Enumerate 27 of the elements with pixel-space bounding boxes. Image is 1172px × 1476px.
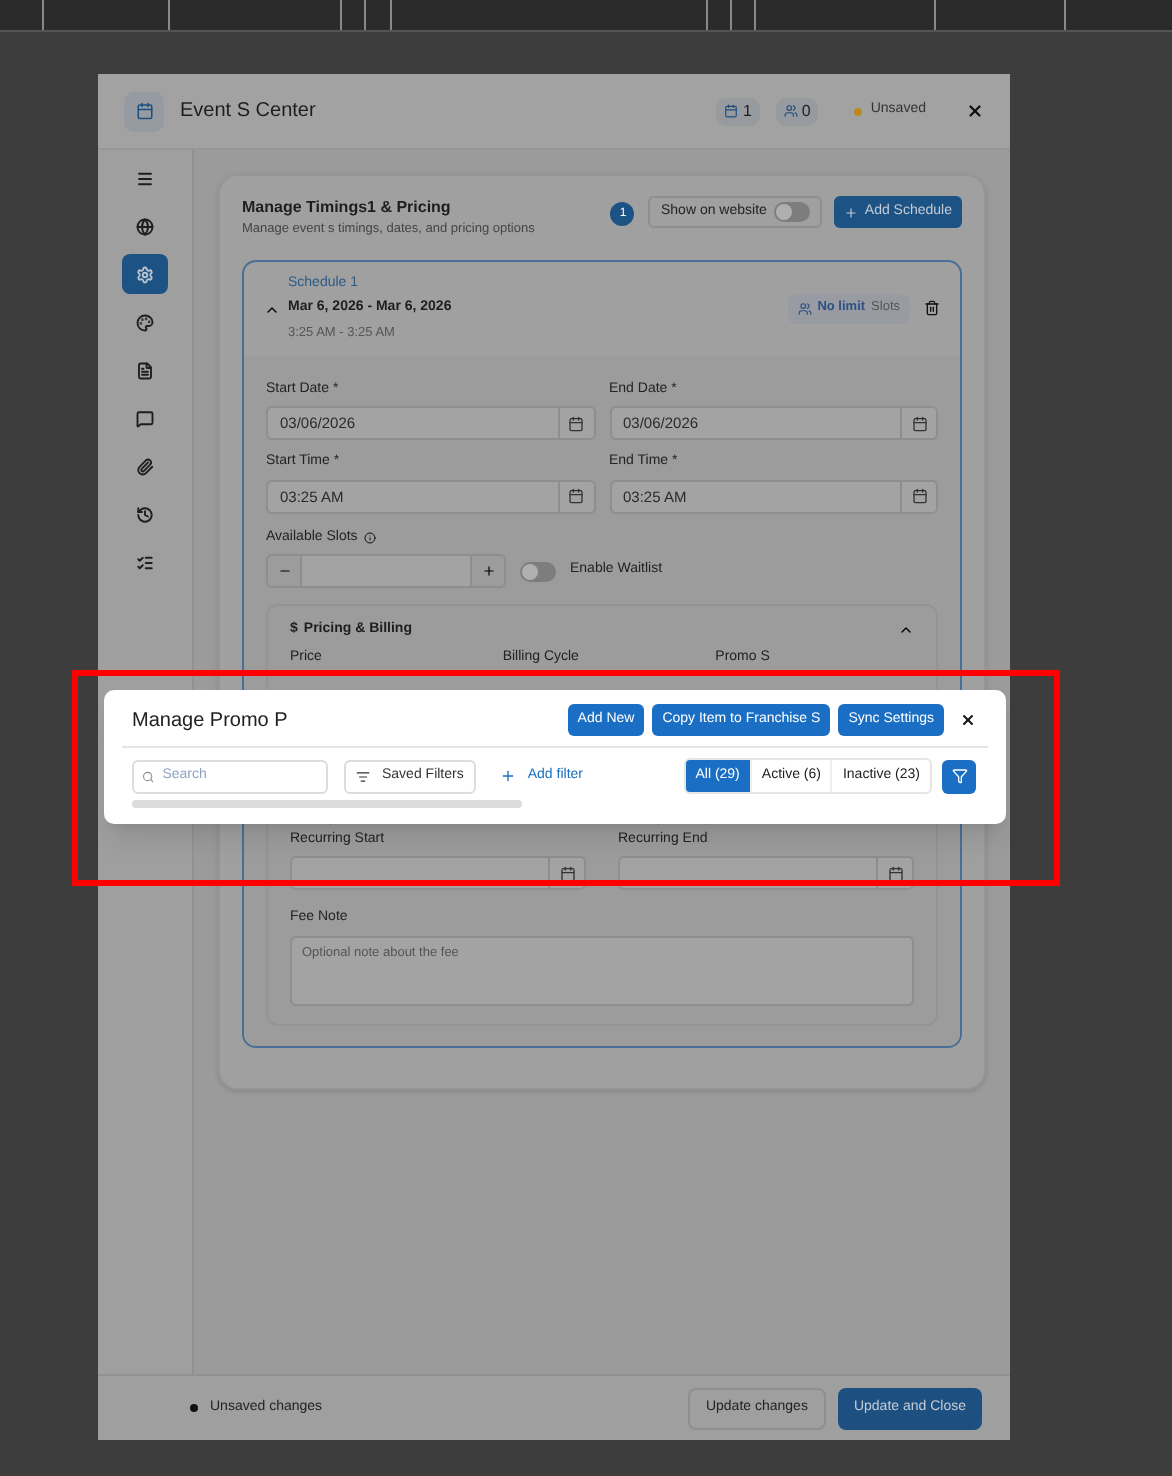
calendar-icon <box>559 865 575 881</box>
plus-icon[interactable] <box>481 564 495 578</box>
close-icon[interactable] <box>960 712 976 728</box>
trash-icon[interactable] <box>924 300 940 317</box>
filter-lines-icon <box>356 769 370 783</box>
close-icon[interactable] <box>966 102 984 120</box>
count-badge: 1 <box>716 97 760 125</box>
calendar-icon <box>911 415 927 431</box>
section-title: Manage Timings1 & Pricing <box>242 196 453 220</box>
plus-icon <box>844 205 859 219</box>
calendar-icon <box>124 91 164 131</box>
search-icon <box>142 769 155 783</box>
plus-icon <box>499 768 516 784</box>
window-title: Event S Center <box>180 98 318 126</box>
toggle-switch[interactable] <box>774 202 811 222</box>
calendar-icon <box>568 415 584 431</box>
calendar-icon <box>911 488 927 504</box>
calendar-icon <box>568 488 584 504</box>
popup-title: Manage Promo P <box>130 707 290 735</box>
count-badge: 0 <box>775 97 819 125</box>
calendar-icon <box>887 865 903 881</box>
filter-icon <box>951 768 967 784</box>
filter-button[interactable] <box>942 759 976 793</box>
info-icon <box>363 531 376 544</box>
waitlist-toggle[interactable] <box>520 561 556 581</box>
gear-icon[interactable] <box>122 254 168 294</box>
minus-icon[interactable] <box>277 564 291 578</box>
